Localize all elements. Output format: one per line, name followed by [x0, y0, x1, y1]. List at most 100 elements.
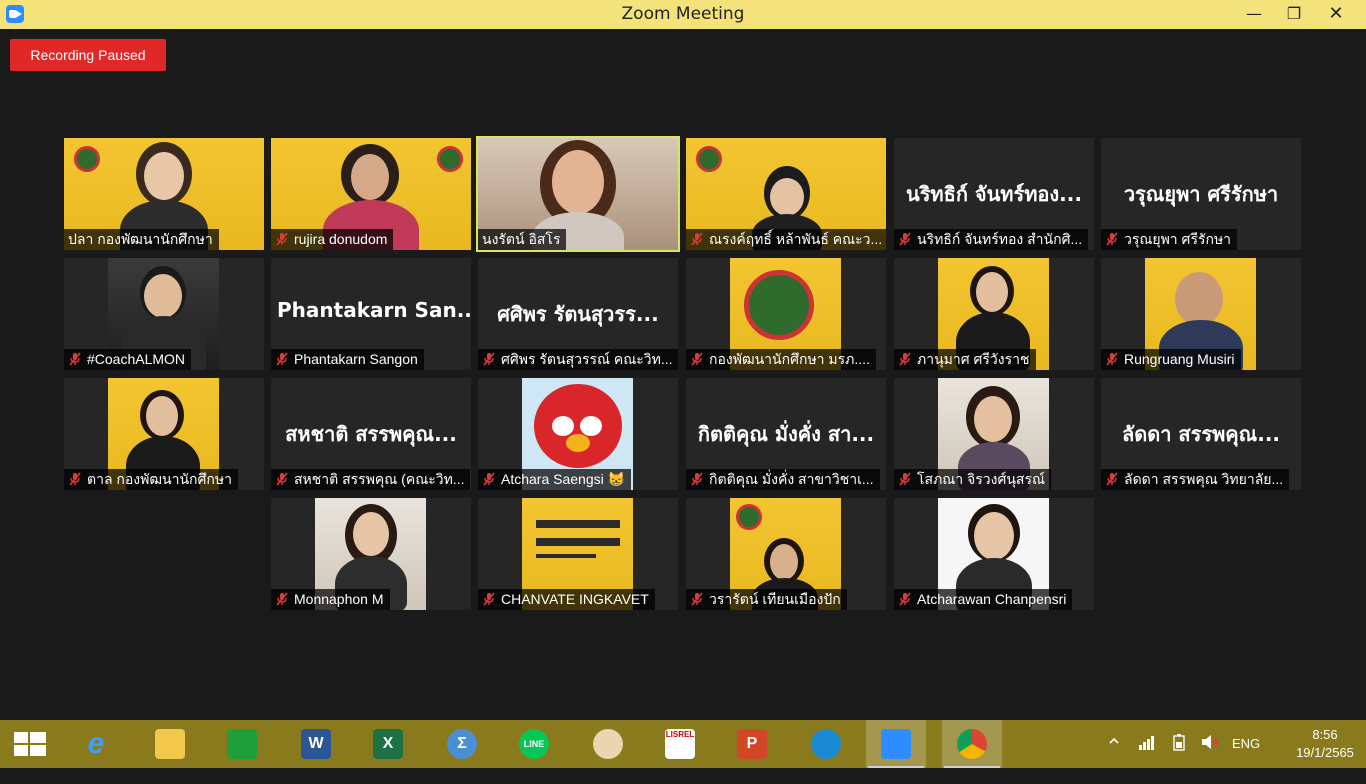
university-seal-icon — [744, 270, 814, 340]
participant-tile[interactable]: #CoachALMON — [64, 258, 264, 370]
participant-name: กองพัฒนานักศึกษา มรภ.... — [686, 349, 876, 370]
participant-tile[interactable]: ภานุมาศ ศรีวังราช — [894, 258, 1094, 370]
system-clock[interactable]: 8:56 19/1/2565 — [1290, 726, 1360, 762]
network-icon[interactable] — [1138, 734, 1160, 782]
taskbar-edge[interactable] — [796, 720, 856, 768]
muted-mic-icon — [1106, 232, 1118, 246]
participant-name: ตาล กองพัฒนานักศึกษา — [64, 469, 238, 490]
file-explorer-icon — [155, 729, 185, 759]
taskbar-internet-explorer[interactable]: e — [66, 720, 126, 768]
close-button[interactable]: ✕ — [1314, 0, 1358, 29]
university-seal-icon — [696, 146, 722, 172]
muted-mic-icon — [276, 472, 288, 486]
recording-paused-badge[interactable]: Recording Paused — [10, 39, 166, 71]
muted-mic-icon — [899, 232, 911, 246]
participant-name: Atchara Saengsi 😸 — [478, 469, 632, 490]
taskbar-lisrel[interactable]: LISREL — [650, 720, 710, 768]
taskbar-store[interactable] — [212, 720, 272, 768]
taskbar-paint[interactable] — [578, 720, 638, 768]
participant-name: สหชาติ สรรพคุณ (คณะวิท... — [271, 469, 471, 490]
muted-mic-icon — [483, 592, 495, 606]
paint-icon — [593, 729, 623, 759]
participant-name: กิตติคุณ มั่งคั่ง สาขาวิชาเ... — [686, 469, 880, 490]
clock-time: 8:56 — [1312, 727, 1338, 742]
taskbar-zoom[interactable] — [866, 720, 926, 768]
excel-icon: X — [373, 729, 403, 759]
muted-mic-icon — [276, 592, 288, 606]
angry-bird-avatar-icon — [534, 384, 622, 468]
participant-tile[interactable]: โสภณา จิรวงศ์นุสรณ์ — [894, 378, 1094, 490]
participant-tile[interactable]: วรุณยุพา ศรีรักษา วรุณยุพา ศรีรักษา — [1101, 138, 1301, 250]
edge-icon — [811, 729, 841, 759]
participant-tile[interactable]: Rungruang Musiri — [1101, 258, 1301, 370]
participant-tile[interactable]: ศศิพร รัตนสุวรร... ศศิพร รัตนสุวรรณ์ คณะ… — [478, 258, 678, 370]
participant-name: Monnaphon M — [271, 589, 390, 610]
participant-name: Rungruang Musiri — [1101, 349, 1241, 370]
powerpoint-icon: P — [737, 729, 767, 759]
participant-tile[interactable]: ณรงค์ฤทธิ์ หล้าพันธ์ คณะว... — [686, 138, 886, 250]
muted-mic-icon — [691, 472, 703, 486]
store-icon — [227, 729, 257, 759]
clock-date: 19/1/2565 — [1296, 745, 1354, 760]
participant-name: ลัดดา สรรพคุณ วิทยาลัย... — [1101, 469, 1290, 490]
participant-name: ภานุมาศ ศรีวังราช — [894, 349, 1036, 370]
participant-display-name: ลัดดา สรรพคุณ... — [1121, 422, 1281, 446]
participant-name: ศศิพร รัตนสุวรรณ์ คณะวิท... — [478, 349, 678, 370]
muted-mic-icon — [1106, 352, 1118, 366]
participant-tile[interactable]: วรารัตน์ เทียนเมืองปัก — [686, 498, 886, 610]
taskbar-word[interactable]: W — [286, 720, 346, 768]
muted-mic-icon — [483, 352, 495, 366]
participant-tile[interactable]: ลัดดา สรรพคุณ... ลัดดา สรรพคุณ วิทยาลัย.… — [1101, 378, 1301, 490]
muted-mic-icon — [899, 352, 911, 366]
internet-explorer-icon: e — [87, 727, 105, 760]
maximize-button[interactable]: ❐ — [1272, 0, 1316, 29]
participant-display-name: ศศิพร รัตนสุวรร... — [497, 302, 659, 326]
participant-tile[interactable]: CHANVATE INGKAVET — [478, 498, 678, 610]
taskbar-math-input[interactable]: Σ — [432, 720, 492, 768]
show-hidden-icons-button[interactable] — [1108, 735, 1124, 783]
participant-name: นริทธิก์ จันทร์ทอง สำนักศิ... — [894, 229, 1089, 250]
taskbar-line[interactable]: LINE — [504, 720, 564, 768]
participant-name: rujira donudom — [271, 229, 394, 250]
volume-muted-icon[interactable] — [1200, 733, 1222, 781]
start-button[interactable] — [0, 720, 60, 768]
participant-tile[interactable]: Atchara Saengsi 😸 — [478, 378, 678, 490]
participant-name: วรารัตน์ เทียนเมืองปัก — [686, 589, 847, 610]
muted-mic-icon — [1106, 472, 1118, 486]
participant-display-name: กิตติคุณ มั่งคั่ง สา... — [697, 422, 875, 446]
participant-tile[interactable]: rujira donudom — [271, 138, 471, 250]
participant-tile[interactable]: นริทธิก์ จันทร์ทอง... นริทธิก์ จันทร์ทอง… — [894, 138, 1094, 250]
participant-tile-active-speaker[interactable]: นงรัตน์ อิสโร — [476, 136, 680, 252]
window-title: Zoom Meeting — [621, 4, 745, 24]
participant-tile[interactable]: Atcharawan Chanpensri — [894, 498, 1094, 610]
participant-tile[interactable]: กิตติคุณ มั่งคั่ง สา... กิตติคุณ มั่งคั่… — [686, 378, 886, 490]
participant-tile[interactable]: ปลา กองพัฒนานักศึกษา — [64, 138, 264, 250]
muted-mic-icon — [691, 232, 703, 246]
chrome-icon — [957, 729, 987, 759]
word-icon: W — [301, 729, 331, 759]
participant-display-name: สหชาติ สรรพคุณ... — [285, 422, 457, 446]
participant-tile[interactable]: กองพัฒนานักศึกษา มรภ.... — [686, 258, 886, 370]
taskbar-chrome[interactable] — [942, 720, 1002, 768]
battery-icon[interactable] — [1170, 733, 1192, 781]
lisrel-icon: LISREL — [665, 729, 695, 759]
participant-tile[interactable]: Phantakarn San... Phantakarn Sangon — [271, 258, 471, 370]
participant-display-name: วรุณยุพา ศรีรักษา — [1123, 182, 1279, 206]
participant-display-name: นริทธิก์ จันทร์ทอง... — [906, 182, 1082, 206]
participant-display-name: Phantakarn San... — [277, 298, 471, 322]
muted-mic-icon — [69, 472, 81, 486]
minimize-button[interactable]: — — [1232, 0, 1276, 29]
participant-name: ปลา กองพัฒนานักศึกษา — [64, 229, 219, 250]
taskbar-file-explorer[interactable] — [140, 720, 200, 768]
participant-name: นงรัตน์ อิสโร — [478, 229, 567, 250]
participant-tile[interactable]: สหชาติ สรรพคุณ... สหชาติ สรรพคุณ (คณะวิท… — [271, 378, 471, 490]
muted-mic-icon — [276, 232, 288, 246]
taskbar-excel[interactable]: X — [358, 720, 418, 768]
university-seal-icon — [437, 146, 463, 172]
participant-tile[interactable]: Monnaphon M — [271, 498, 471, 610]
window-titlebar: Zoom Meeting — ❐ ✕ — [0, 0, 1366, 29]
language-indicator[interactable]: ENG — [1232, 736, 1268, 784]
participant-name: โสภณา จิรวงศ์นุสรณ์ — [894, 469, 1051, 490]
taskbar-powerpoint[interactable]: P — [722, 720, 782, 768]
participant-tile[interactable]: ตาล กองพัฒนานักศึกษา — [64, 378, 264, 490]
